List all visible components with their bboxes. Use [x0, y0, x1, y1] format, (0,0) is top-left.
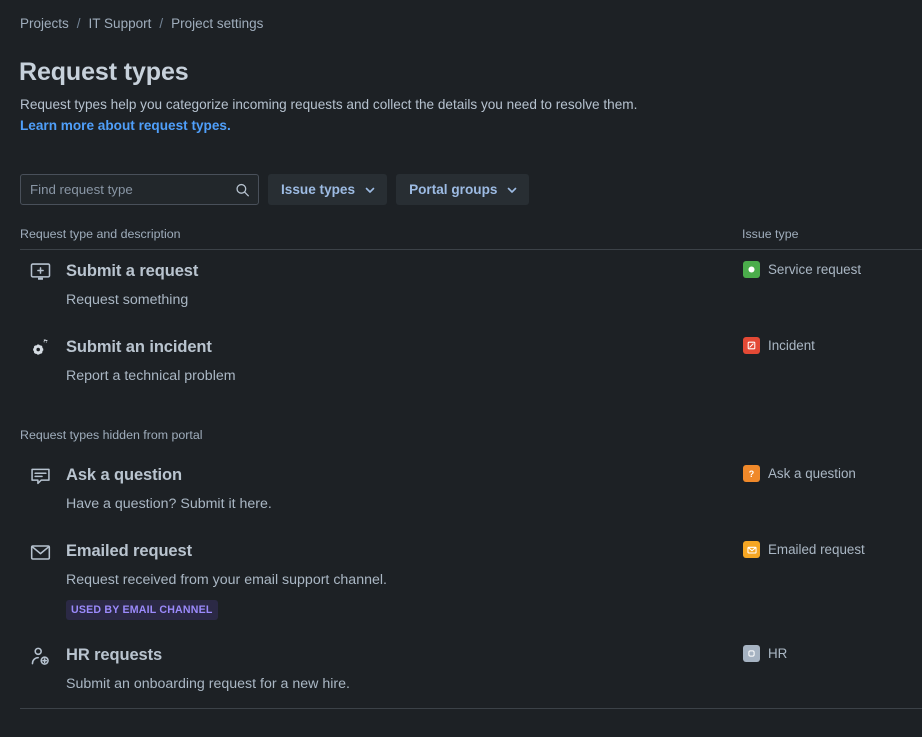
question-mark-icon: ? — [743, 465, 760, 482]
breadcrumb: Projects / IT Support / Project settings — [20, 16, 263, 32]
issue-type-label: HR — [768, 646, 788, 661]
issue-type-label: Ask a question — [768, 466, 856, 481]
filter-toolbar: Issue types Portal groups — [20, 174, 530, 205]
gears-icon — [26, 334, 54, 362]
request-type-name[interactable]: HR requests — [66, 644, 162, 666]
issue-types-filter-button[interactable]: Issue types — [268, 174, 388, 205]
monitor-plus-icon — [26, 258, 54, 286]
breadcrumb-item-projects[interactable]: Projects — [20, 16, 69, 32]
envelope-icon — [26, 538, 54, 566]
request-types-page: Projects / IT Support / Project settings… — [0, 0, 922, 737]
incident-icon — [743, 337, 760, 354]
intro-description: Request types help you categorize incomi… — [20, 97, 638, 112]
person-plus-icon — [26, 642, 54, 670]
request-type-name[interactable]: Emailed request — [66, 540, 192, 562]
learn-more-link[interactable]: Learn more about request types. — [20, 115, 231, 136]
breadcrumb-separator: / — [159, 16, 164, 31]
portal-groups-filter-button[interactable]: Portal groups — [396, 174, 530, 205]
column-header-issue-type: Issue type — [742, 227, 799, 241]
issue-type-cell: Incident — [743, 337, 815, 354]
issue-type-cell: Emailed request — [743, 541, 865, 558]
issue-type-label: Incident — [768, 338, 815, 353]
request-type-name[interactable]: Ask a question — [66, 464, 182, 486]
search-input[interactable] — [21, 175, 258, 204]
search-request-type-box[interactable] — [20, 174, 259, 205]
issue-type-cell: Service request — [743, 261, 861, 278]
breadcrumb-separator: / — [76, 16, 81, 31]
request-type-description: Request received from your email support… — [66, 572, 387, 588]
breadcrumb-item-project-settings[interactable]: Project settings — [171, 16, 263, 32]
column-header-request-type: Request type and description — [20, 227, 181, 241]
status-badge: USED BY EMAIL CHANNEL — [66, 600, 218, 620]
issue-type-label: Emailed request — [768, 542, 865, 557]
page-title: Request types — [19, 57, 189, 86]
chevron-down-icon — [364, 184, 376, 196]
table-bottom-divider — [20, 708, 922, 709]
request-type-description: Submit an onboarding request for a new h… — [66, 676, 350, 692]
request-type-name[interactable]: Submit an incident — [66, 336, 212, 358]
intro-text-block: Request types help you categorize incomi… — [20, 94, 800, 136]
service-request-icon — [743, 261, 760, 278]
request-type-description: Request something — [66, 292, 189, 308]
breadcrumb-item-it-support[interactable]: IT Support — [89, 16, 152, 32]
issue-type-cell: HR — [743, 645, 787, 662]
chevron-down-icon — [506, 184, 518, 196]
svg-text:?: ? — [749, 469, 754, 479]
request-type-description: Report a technical problem — [66, 368, 236, 384]
issue-type-cell: ? Ask a question — [743, 465, 856, 482]
table-header-divider — [20, 249, 922, 250]
request-type-name[interactable]: Submit a request — [66, 260, 198, 282]
request-type-description: Have a question? Submit it here. — [66, 496, 272, 512]
comment-icon — [26, 462, 54, 490]
hr-icon — [743, 645, 760, 662]
portal-groups-filter-label: Portal groups — [409, 182, 498, 197]
section-label-hidden-from-portal: Request types hidden from portal — [20, 428, 203, 442]
emailed-request-icon — [743, 541, 760, 558]
issue-type-label: Service request — [768, 262, 862, 277]
issue-types-filter-label: Issue types — [281, 182, 356, 197]
